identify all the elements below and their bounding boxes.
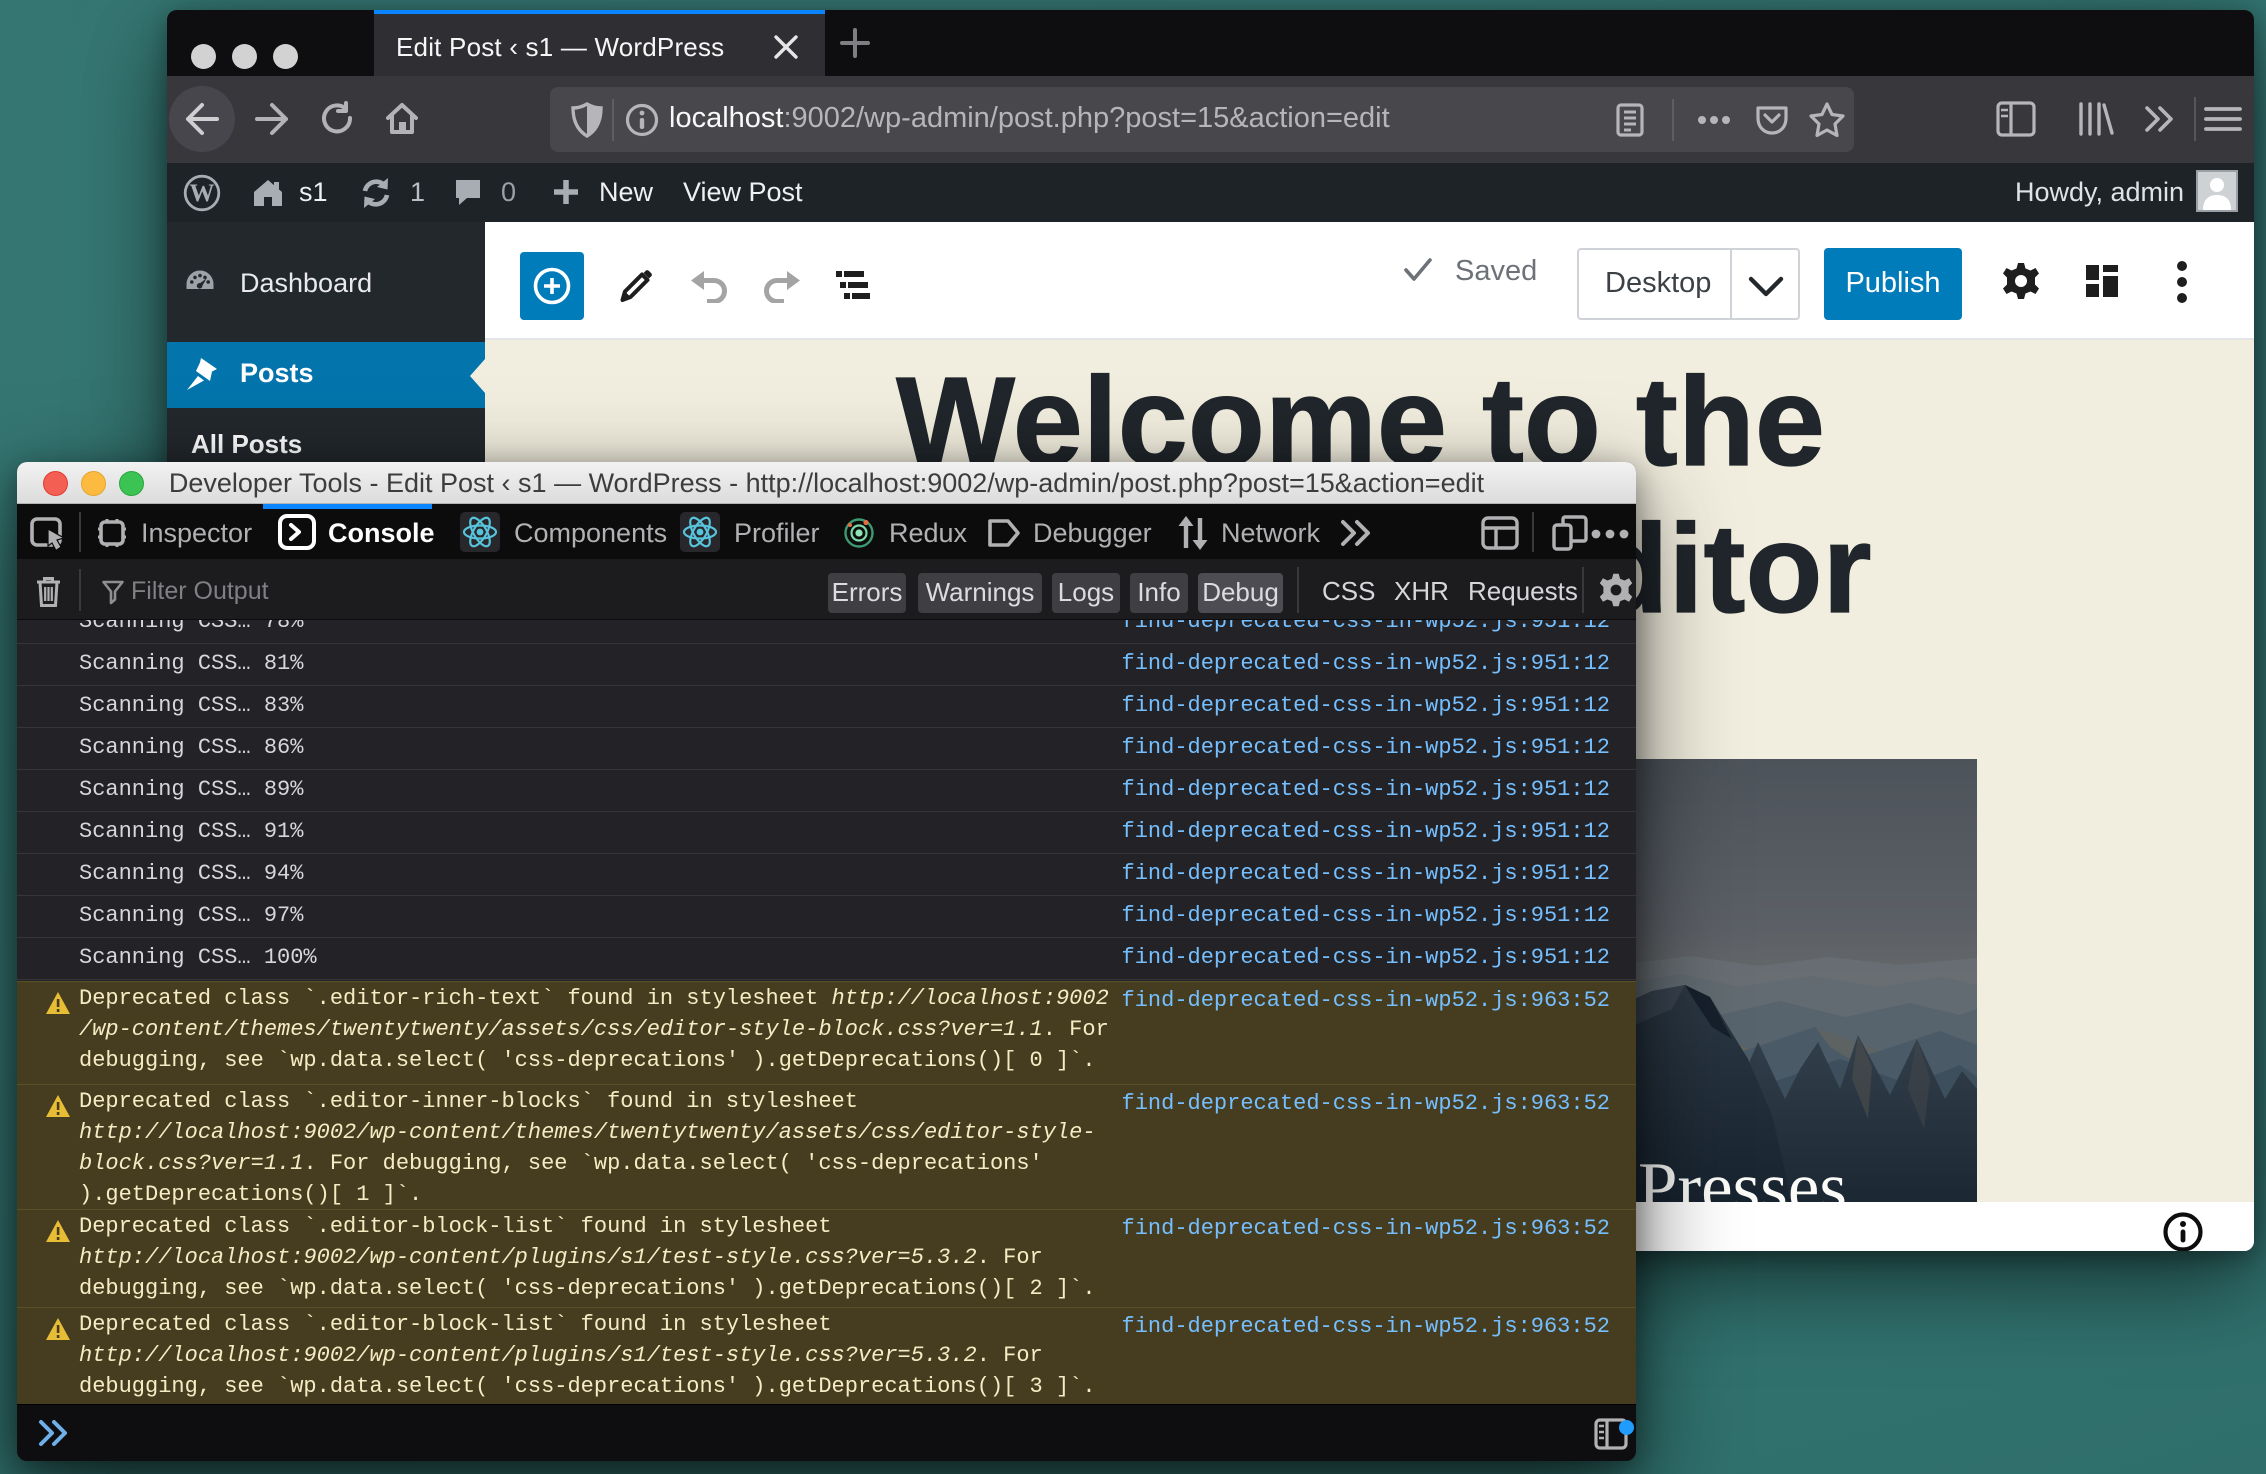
svg-text:W: W — [190, 180, 215, 207]
svg-text:Presses: Presses — [1638, 1149, 1847, 1202]
